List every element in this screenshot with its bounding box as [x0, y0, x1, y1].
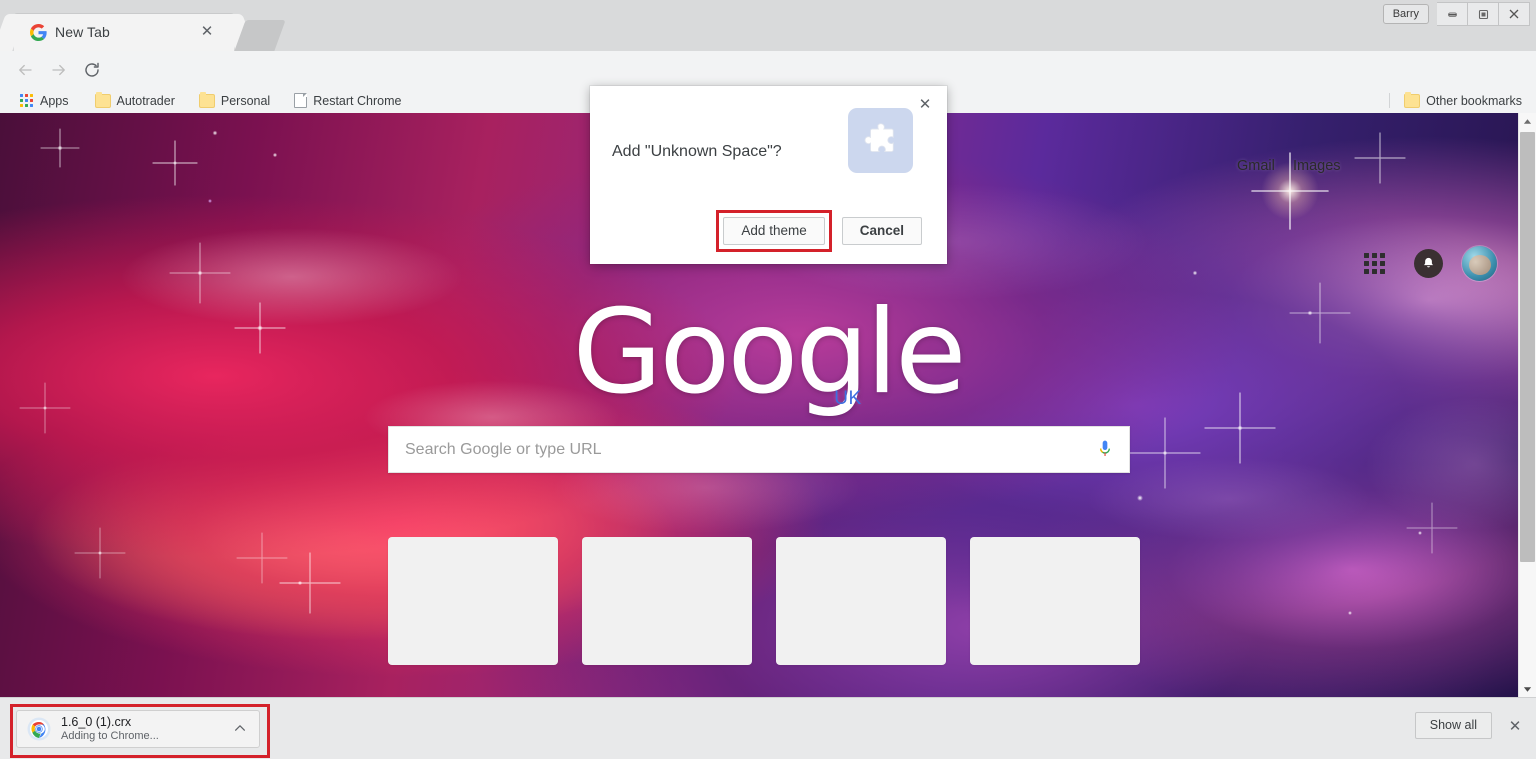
tab-strip: New Tab ✕	[0, 0, 1536, 51]
bookmark-label: Other bookmarks	[1426, 93, 1522, 108]
back-arrow-icon[interactable]	[12, 57, 38, 83]
scroll-down-icon[interactable]	[1519, 681, 1536, 698]
chrome-browser-window: New Tab ✕ Barry Apps Autotrader Personal…	[0, 0, 1536, 759]
tab-close-icon[interactable]: ✕	[198, 23, 216, 41]
scroll-up-icon[interactable]	[1519, 113, 1536, 130]
download-item[interactable]: 1.6_0 (1).crx Adding to Chrome...	[16, 710, 260, 748]
document-icon	[294, 93, 308, 108]
shortcut-tile[interactable]	[388, 537, 558, 665]
divider	[1389, 93, 1391, 108]
folder-icon	[94, 91, 111, 108]
download-status: Adding to Chrome...	[61, 729, 159, 742]
browser-toolbar: file:///C:/Users/Barry/AppData/Local/Goo…	[0, 51, 1536, 135]
avatar[interactable]	[1462, 246, 1497, 281]
window-controls: Barry	[1382, 2, 1530, 26]
title-bar: New Tab ✕ Barry	[0, 0, 1536, 51]
tab-new-tab[interactable]: New Tab ✕	[14, 14, 234, 51]
forward-arrow-icon[interactable]	[46, 57, 72, 83]
apps-grid-icon	[20, 94, 33, 107]
download-shelf-actions: Show all ✕	[1414, 712, 1524, 739]
tab-title: New Tab	[55, 24, 110, 40]
add-theme-button[interactable]: Add theme	[723, 217, 825, 245]
bookmark-apps[interactable]: Apps	[12, 90, 77, 112]
chevron-up-icon[interactable]	[233, 721, 249, 737]
bookmark-label: Autotrader	[116, 93, 175, 108]
download-shelf: 1.6_0 (1).crx Adding to Chrome... Show a…	[0, 697, 1536, 759]
shortcut-tile[interactable]	[970, 537, 1140, 665]
scrollbar-thumb[interactable]	[1520, 132, 1535, 562]
download-filename: 1.6_0 (1).crx	[61, 715, 132, 730]
cancel-button[interactable]: Cancel	[841, 217, 922, 245]
show-all-downloads-button[interactable]: Show all	[1414, 712, 1492, 739]
bookmark-label: Personal	[220, 93, 271, 108]
shortcut-tile[interactable]	[582, 537, 752, 665]
minimize-button[interactable]	[1437, 2, 1468, 26]
other-bookmarks-area: Other bookmarks	[1389, 88, 1530, 113]
close-icon[interactable]: ✕	[1506, 717, 1524, 735]
microphone-icon[interactable]	[1097, 438, 1113, 462]
download-text: 1.6_0 (1).crx Adding to Chrome...	[61, 715, 233, 742]
bookmark-label: Apps	[40, 93, 69, 108]
close-icon[interactable]: ✕	[915, 94, 935, 114]
bookmark-personal[interactable]: Personal	[191, 90, 278, 112]
search-input[interactable]: Search Google or type URL	[388, 426, 1130, 473]
search-placeholder: Search Google or type URL	[405, 440, 602, 458]
maximize-button[interactable]	[1468, 2, 1499, 26]
folder-icon	[1404, 91, 1421, 108]
shortcut-tiles	[388, 537, 1140, 665]
ntp-link-images[interactable]: Images	[1293, 158, 1341, 174]
folder-icon	[198, 91, 215, 108]
add-theme-dialog: ✕ Add "Unknown Space"? Add theme Cancel	[590, 86, 947, 264]
google-country-label: UK	[0, 388, 1536, 410]
dialog-title: Add "Unknown Space"?	[612, 143, 782, 160]
profile-chip[interactable]: Barry	[1382, 4, 1429, 24]
apps-grid-icon[interactable]	[1364, 253, 1385, 274]
close-button[interactable]	[1499, 2, 1530, 26]
bookmark-autotrader[interactable]: Autotrader	[87, 90, 183, 112]
reload-icon[interactable]	[79, 57, 105, 83]
bookmark-restart-chrome[interactable]: Restart Chrome	[286, 90, 409, 112]
chrome-icon	[27, 717, 51, 741]
puzzle-piece-icon	[848, 108, 913, 173]
ntp-link-gmail[interactable]: Gmail	[1237, 158, 1275, 174]
bookmark-other-bookmarks[interactable]: Other bookmarks	[1396, 90, 1530, 112]
shortcut-tile[interactable]	[776, 537, 946, 665]
add-theme-highlight: Add theme	[716, 210, 832, 252]
bookmark-label: Restart Chrome	[313, 93, 402, 108]
vertical-scrollbar[interactable]	[1518, 113, 1536, 698]
google-icon	[30, 24, 47, 41]
google-country-text: UK	[834, 388, 862, 409]
notification-bell-icon[interactable]	[1414, 249, 1443, 278]
dialog-buttons: Add theme Cancel	[590, 210, 947, 252]
